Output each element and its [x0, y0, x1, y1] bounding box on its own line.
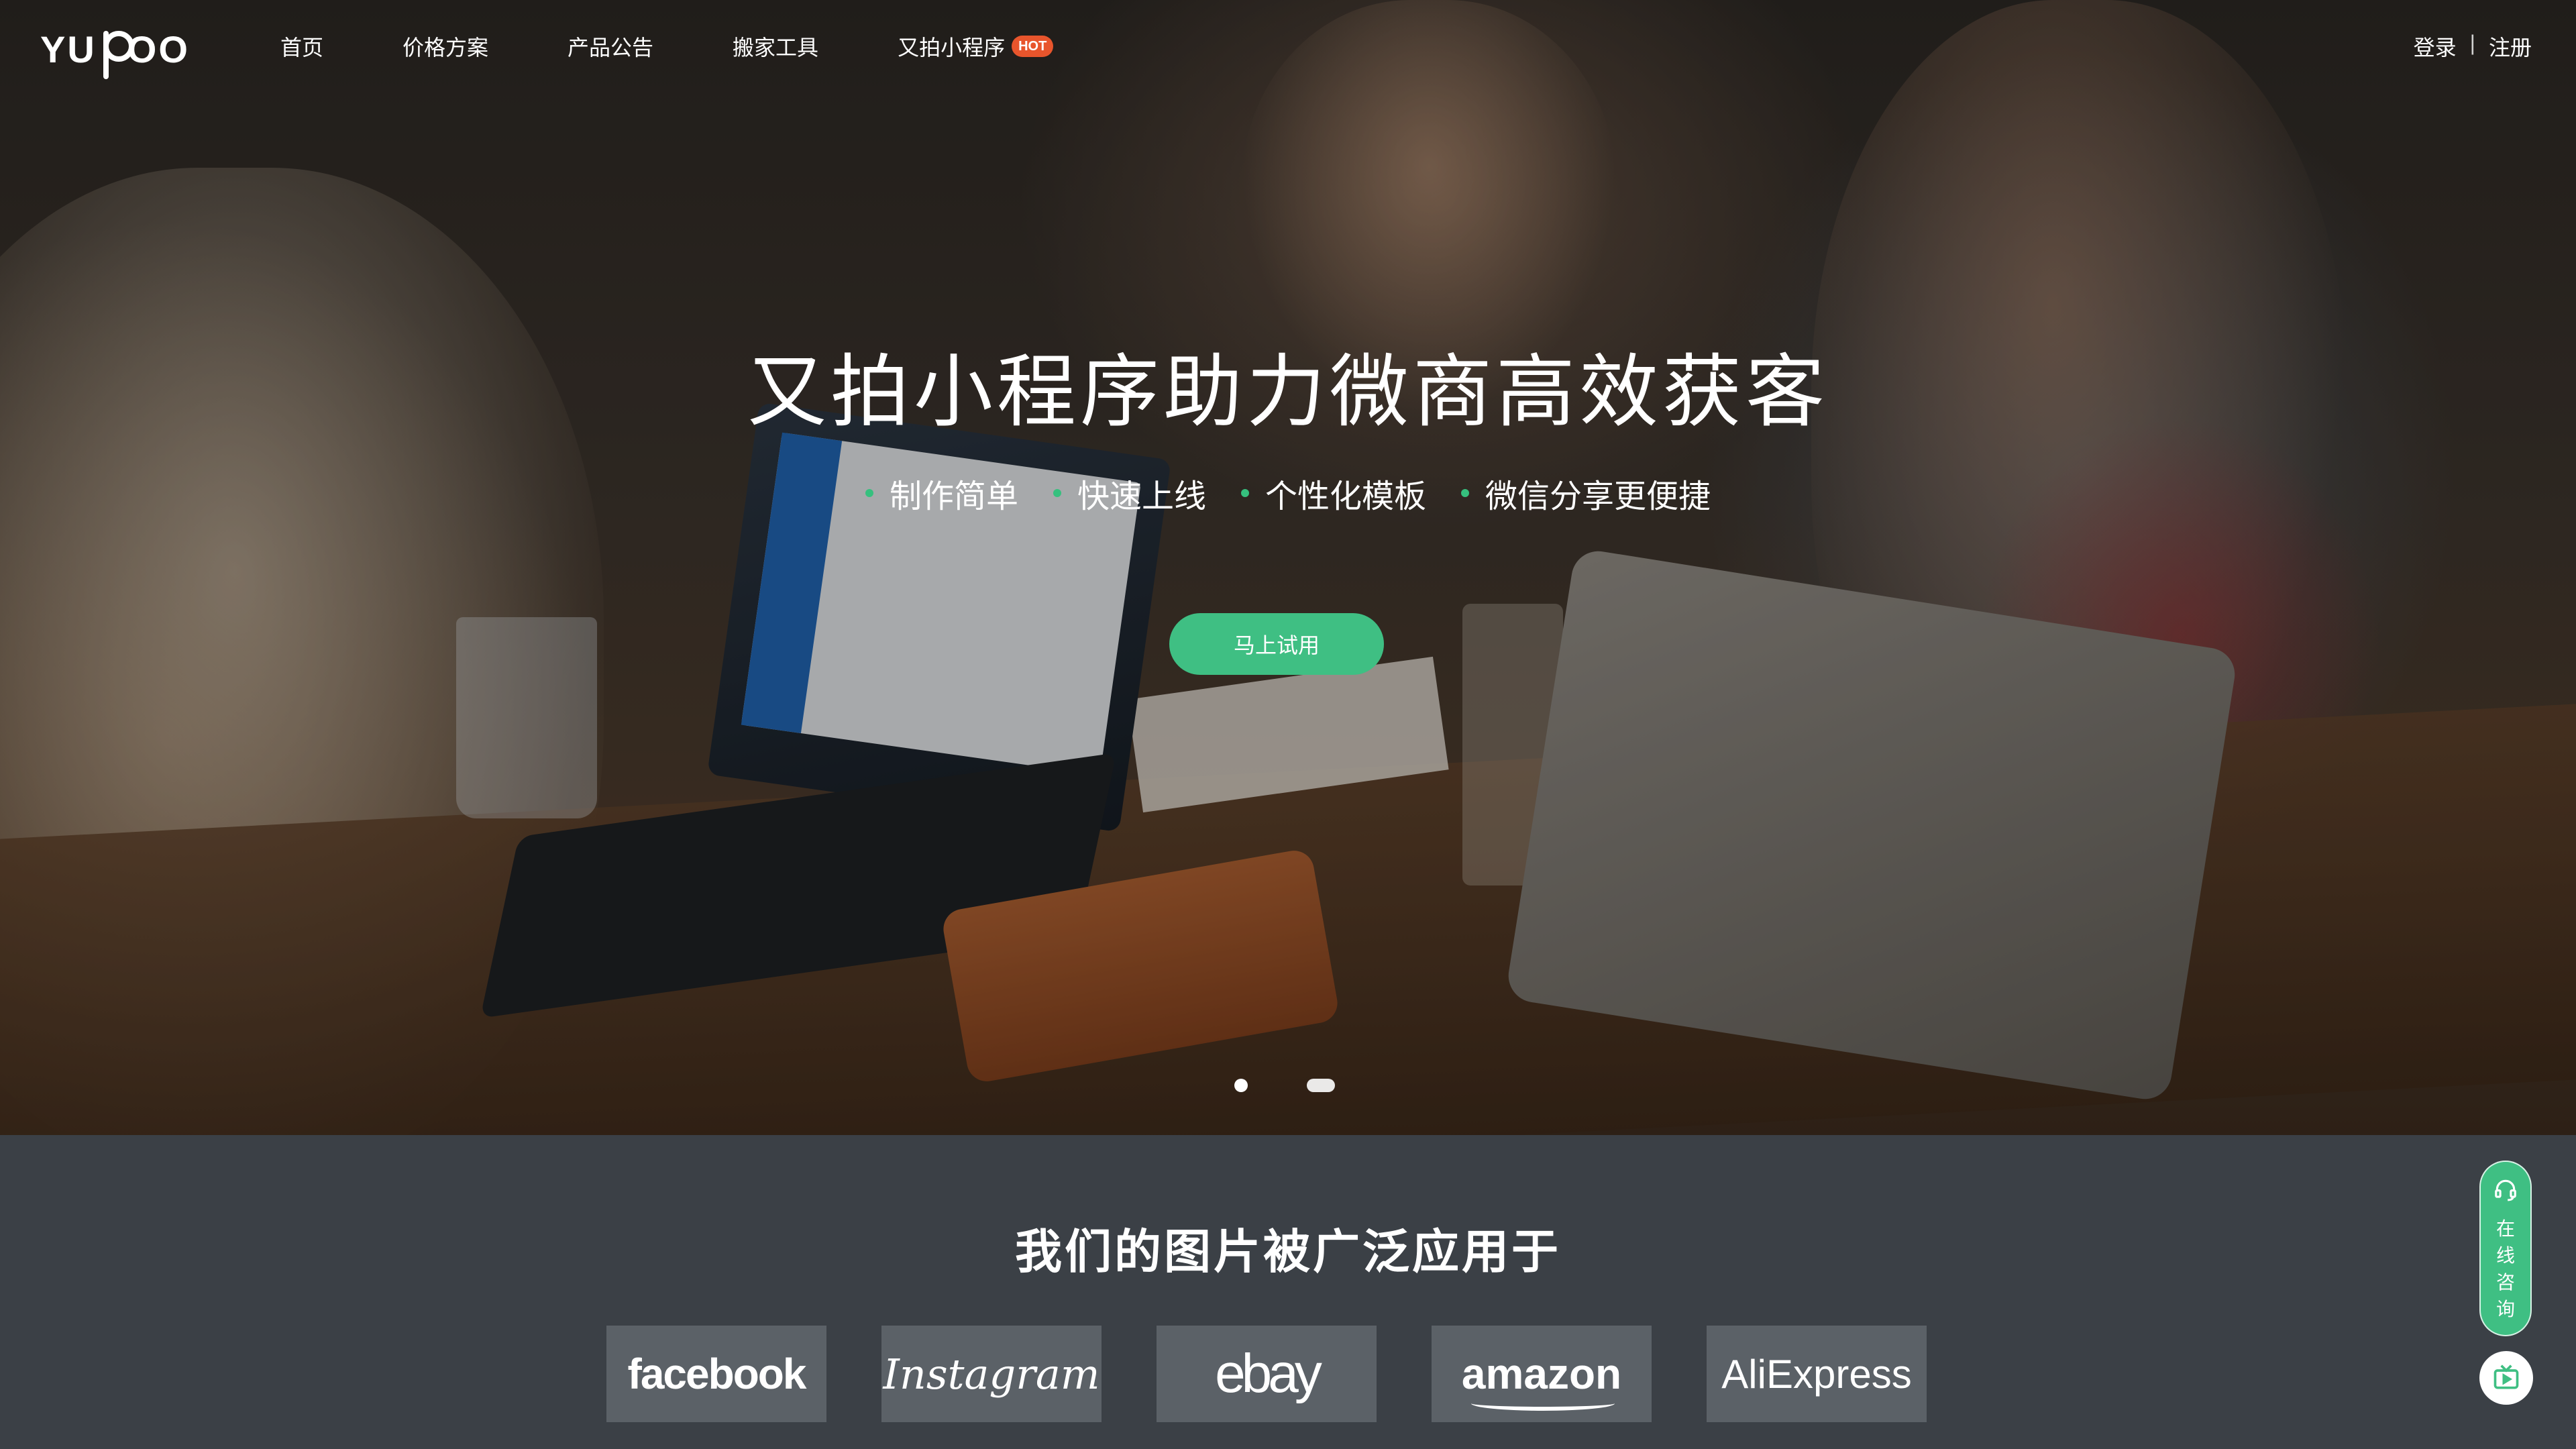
auth-separator: |: [2469, 31, 2475, 55]
feature-item: 制作简单: [865, 470, 1018, 517]
amazon-logo: amazon: [1432, 1326, 1652, 1422]
nav-item-label: 搬家工具: [733, 36, 819, 60]
bullet-dot-icon: [865, 489, 873, 497]
feature-item: 微信分享更便捷: [1461, 470, 1711, 517]
login-link[interactable]: 登录: [2414, 31, 2457, 62]
hero-banner: YU OO 首页 价格方案 产品公告 搬家工具 又拍小程序 HOT 登录 | 注册 …: [0, 0, 2576, 1135]
nav-item-pricing[interactable]: 价格方案: [402, 31, 488, 62]
brand-usage-section: 我们的图片被广泛应用于 facebook Instagram ebay amaz…: [0, 1135, 2576, 1449]
hero-overlay: [0, 0, 2576, 1135]
feature-label: 个性化模板: [1265, 478, 1427, 515]
bullet-dot-icon: [1053, 489, 1061, 497]
feature-list: 制作简单 快速上线 个性化模板 微信分享更便捷: [0, 470, 2576, 517]
ebay-logo: ebay: [1157, 1326, 1377, 1422]
consult-label: 在线咨询: [2496, 1218, 2515, 1320]
feature-label: 微信分享更便捷: [1485, 478, 1711, 515]
ebay-logo-text: ebay: [1215, 1343, 1322, 1404]
nav-item-label: 价格方案: [402, 36, 489, 60]
nav-item-label: 产品公告: [568, 36, 654, 60]
hero-headline: 又拍小程序助力微商高效获客: [747, 345, 1829, 438]
nav-item-label: 首页: [280, 36, 324, 60]
yupoo-logo[interactable]: YU OO: [40, 24, 190, 79]
feature-label: 制作简单: [889, 478, 1018, 515]
amazon-logo-text: amazon: [1461, 1350, 1622, 1411]
feature-label: 快速上线: [1077, 478, 1206, 515]
brand-logo-row: facebook Instagram ebay amazon AliExpres…: [606, 1326, 1927, 1422]
facebook-logo-text: facebook: [627, 1350, 807, 1398]
bullet-dot-icon: [1241, 489, 1249, 497]
nav-item-mini-program[interactable]: 又拍小程序 HOT: [898, 31, 1054, 62]
bullet-dot-icon: [1461, 489, 1470, 497]
top-navigation: YU OO 首页 价格方案 产品公告 搬家工具 又拍小程序 HOT 登录 | 注册: [0, 0, 2576, 94]
brands-title: 我们的图片被广泛应用于: [1015, 1224, 1561, 1279]
instagram-logo: Instagram: [881, 1326, 1102, 1422]
aliexpress-logo: AliExpress: [1707, 1326, 1927, 1422]
headset-icon: [2495, 1179, 2516, 1201]
register-link[interactable]: 注册: [2489, 31, 2532, 62]
nav-item-label: 又拍小程序: [898, 36, 1006, 60]
auth-links: 登录 | 注册: [2414, 31, 2532, 62]
feature-item: 快速上线: [1053, 470, 1206, 517]
carousel-dot-2[interactable]: [1307, 1079, 1335, 1092]
nav-item-migration-tool[interactable]: 搬家工具: [733, 31, 818, 62]
carousel-dot-1[interactable]: [1234, 1079, 1248, 1092]
facebook-logo: facebook: [606, 1326, 826, 1422]
try-now-button[interactable]: 马上试用: [1169, 613, 1384, 675]
nav-item-home[interactable]: 首页: [280, 31, 323, 62]
nav-item-announcements[interactable]: 产品公告: [568, 31, 653, 62]
main-menu: 首页 价格方案 产品公告 搬家工具 又拍小程序 HOT: [280, 31, 1132, 62]
video-button[interactable]: [2479, 1351, 2533, 1405]
aliexpress-logo-text: AliExpress: [1721, 1351, 1912, 1397]
feature-item: 个性化模板: [1241, 470, 1426, 517]
online-consult-button[interactable]: 在线咨询: [2479, 1161, 2532, 1336]
hot-badge: HOT: [1012, 36, 1054, 57]
video-icon: [2493, 1364, 2519, 1389]
carousel-indicators: [1234, 1079, 1335, 1092]
instagram-logo-text: Instagram: [883, 1349, 1100, 1399]
